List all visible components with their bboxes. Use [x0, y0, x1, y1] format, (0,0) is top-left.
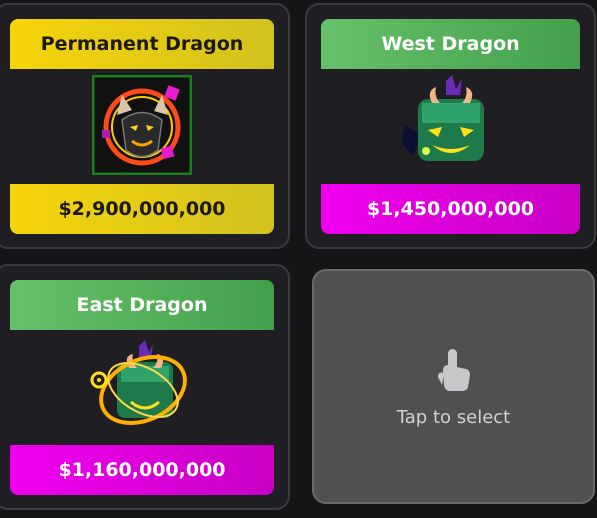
item-card-east-dragon[interactable]: East Dragon $1,160,000,000 [0, 264, 290, 510]
card-price: $2,900,000,000 [10, 184, 274, 234]
west-dragon-fruit-icon [401, 75, 484, 161]
card-title: Permanent Dragon [10, 19, 274, 69]
item-card-west-dragon[interactable]: West Dragon $1,450,000,000 [305, 3, 596, 249]
tap-to-select-label: Tap to select [396, 407, 511, 428]
permanent-dragon-icon [92, 75, 192, 175]
card-price: $1,450,000,000 [321, 184, 580, 234]
card-title: East Dragon [10, 280, 274, 330]
item-card-permanent-dragon[interactable]: Permanent Dragon $2,900,000,000 [0, 3, 290, 249]
tap-finger-icon [437, 349, 470, 391]
empty-slot-tap-to-select[interactable]: Tap to select [312, 269, 595, 504]
east-dragon-fruit-icon [90, 340, 187, 425]
card-price: $1,160,000,000 [10, 445, 274, 495]
card-title: West Dragon [321, 19, 580, 69]
